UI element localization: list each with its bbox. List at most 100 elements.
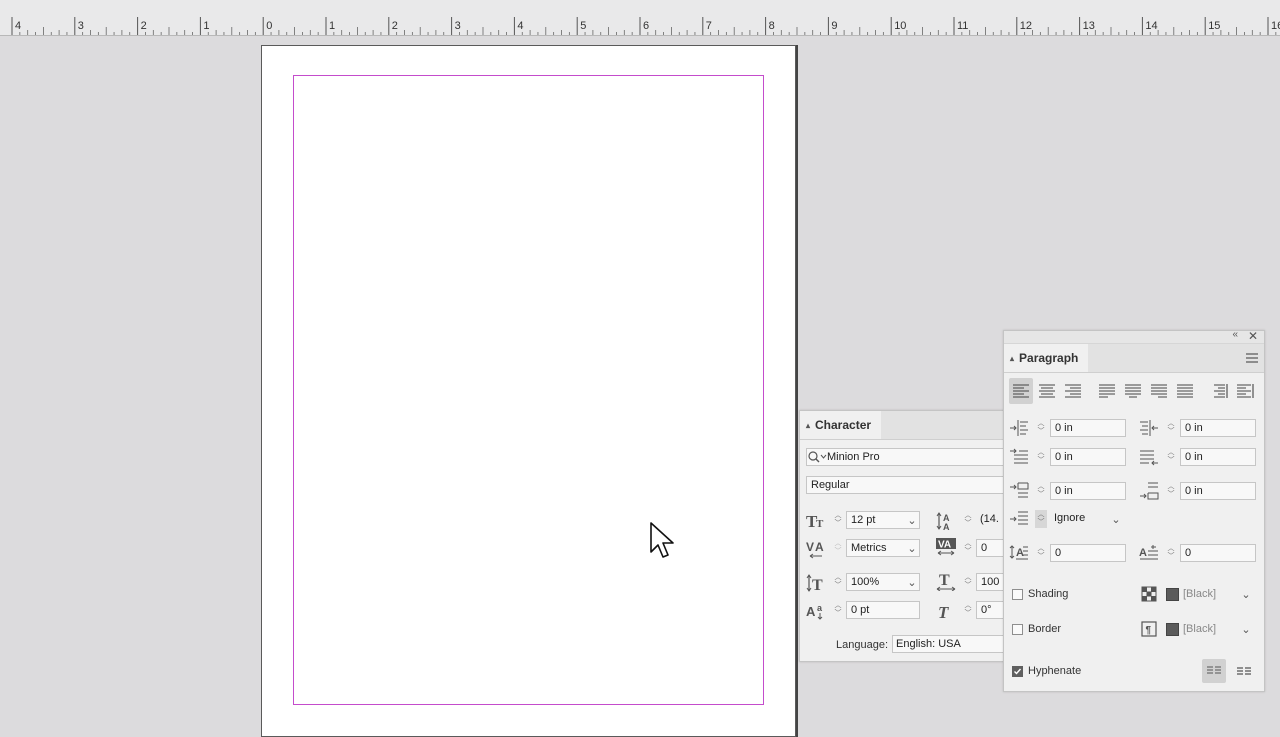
tab-character[interactable]: ▴ Character	[800, 411, 882, 439]
font-size-dropdown-icon[interactable]: ⌄	[906, 511, 918, 529]
leading-stepper[interactable]: ︿ ﹀	[962, 511, 974, 529]
right-indent-icon	[1140, 420, 1158, 436]
justify-right-button[interactable]	[1147, 378, 1171, 404]
baseline-shift-stepper[interactable]: ︿ ﹀	[832, 601, 844, 619]
vertical-scale-dropdown-icon[interactable]: ⌄	[906, 573, 918, 591]
mouse-pointer-icon	[650, 522, 674, 558]
horizontal-scale-stepper[interactable]: ︿ ﹀	[962, 573, 974, 591]
drop-cap-lines-stepper[interactable]: ︿ ﹀	[1035, 544, 1047, 562]
shading-color-swatch[interactable]	[1166, 588, 1179, 601]
kerning-dropdown-icon[interactable]: ⌄	[906, 539, 918, 557]
space-before-stepper[interactable]: ︿ ﹀	[1035, 482, 1047, 500]
ruler-scale: 4321012345678910111213141516	[11, 17, 1280, 35]
ruler-label: 5	[580, 20, 586, 32]
font-size-stepper[interactable]: ︿ ﹀	[832, 511, 844, 529]
drop-cap-chars-stepper[interactable]: ︿ ﹀	[1165, 544, 1177, 562]
shading-label: Shading	[1028, 588, 1069, 600]
left-indent-stepper[interactable]: ︿ ﹀	[1035, 419, 1047, 437]
ruler-label: 7	[706, 20, 712, 32]
vertical-scale-stepper[interactable]: ︿ ﹀	[832, 573, 844, 591]
horizontal-ruler[interactable]: 4321012345678910111213141516	[0, 0, 1280, 36]
space-after-input[interactable]: 0 in	[1180, 482, 1256, 500]
ruler-label: 4	[517, 20, 523, 32]
align-away-from-spine-button[interactable]	[1233, 378, 1257, 404]
ruler-label: 2	[141, 20, 147, 32]
search-icon[interactable]	[807, 450, 827, 464]
first-line-indent-input[interactable]: 0 in	[1050, 448, 1126, 466]
align-center-button[interactable]	[1035, 378, 1059, 404]
ruler-label: 0	[266, 20, 272, 32]
align-to-grid-dropdown-icon[interactable]: ⌄	[1110, 510, 1122, 528]
collapse-panel-icon[interactable]: «	[1232, 329, 1238, 340]
tab-paragraph[interactable]: ▴ Paragraph	[1004, 344, 1089, 372]
ruler-label: 1	[203, 20, 209, 32]
left-indent-input[interactable]: 0 in	[1050, 419, 1126, 437]
font-style-field[interactable]: Regular	[806, 476, 1016, 494]
align-to-grid-select[interactable]: Ignore	[1050, 510, 1106, 528]
svg-text:V: V	[806, 540, 814, 554]
border-checkbox[interactable]	[1012, 624, 1023, 635]
drop-cap-lines-input[interactable]: 0	[1050, 544, 1126, 562]
right-indent-stepper[interactable]: ︿ ﹀	[1165, 419, 1177, 437]
svg-text:A: A	[943, 522, 950, 531]
border-color-label: [Black]	[1183, 623, 1217, 635]
ruler-label: 3	[78, 20, 84, 32]
justify-right-icon	[1151, 384, 1167, 398]
shading-icon	[1141, 586, 1157, 602]
border-settings-button[interactable]: ¶	[1141, 621, 1157, 637]
close-icon[interactable]: ✕	[1248, 329, 1258, 343]
align-right-icon	[1065, 384, 1081, 398]
last-line-indent-stepper[interactable]: ︿ ﹀	[1165, 448, 1177, 466]
svg-text:a: a	[817, 603, 823, 613]
panel-collapse-icon[interactable]: ▴	[806, 421, 810, 430]
character-panel: ▴ Character Minion Pro Regular T T ︿ ﹀ 12…	[799, 410, 1016, 662]
grid-none-icon	[1207, 666, 1221, 674]
shading-settings-button[interactable]	[1141, 586, 1157, 602]
panel-menu-icon[interactable]	[1246, 353, 1258, 363]
justify-center-icon	[1125, 384, 1141, 398]
horizontal-scale-icon: T	[936, 572, 956, 591]
align-to-grid-stepper[interactable]: ︿ ﹀	[1035, 510, 1047, 528]
panel-collapse-icon[interactable]: ▴	[1010, 354, 1014, 363]
justify-all-button[interactable]	[1173, 378, 1197, 404]
language-label: Language:	[836, 639, 888, 651]
border-icon: ¶	[1141, 621, 1157, 637]
document-page[interactable]	[261, 45, 796, 737]
shading-color-dropdown-icon[interactable]: ⌄	[1240, 585, 1252, 603]
justify-center-button[interactable]	[1121, 378, 1145, 404]
border-color-dropdown-icon[interactable]: ⌄	[1240, 620, 1252, 638]
paragraph-tabbar: ▴ Paragraph	[1004, 344, 1264, 373]
shading-checkbox[interactable]	[1012, 589, 1023, 600]
hyphenate-checkbox[interactable]	[1012, 666, 1023, 677]
last-line-indent-input[interactable]: 0 in	[1180, 448, 1256, 466]
do-not-align-to-grid-button[interactable]	[1202, 659, 1226, 683]
kerning-stepper[interactable]: ︿ ﹀	[832, 539, 844, 557]
language-field[interactable]: English: USA	[892, 635, 1014, 653]
border-color-swatch[interactable]	[1166, 623, 1179, 636]
align-towards-spine-button[interactable]	[1207, 378, 1231, 404]
paragraph-panel: « ✕ ▴ Paragraph ︿ ﹀ 0 in ︿ ﹀ 0 in ︿ ﹀ 0 …	[1003, 329, 1265, 692]
drop-cap-chars-input[interactable]: 0	[1180, 544, 1256, 562]
first-line-indent-stepper[interactable]: ︿ ﹀	[1035, 448, 1047, 466]
align-left-button[interactable]	[1009, 378, 1033, 404]
svg-text:T: T	[939, 572, 950, 589]
paragraph-panel-header: « ✕	[1004, 329, 1264, 344]
vertical-scale-icon: T	[806, 574, 823, 593]
skew-stepper[interactable]: ︿ ﹀	[962, 601, 974, 619]
baseline-shift-input[interactable]: 0 pt	[846, 601, 920, 619]
align-right-button[interactable]	[1061, 378, 1085, 404]
character-tab-label: Character	[815, 418, 872, 432]
grid-align-icon	[1237, 667, 1251, 675]
hyphenate-label: Hyphenate	[1028, 665, 1082, 677]
svg-text:T: T	[938, 603, 949, 621]
ruler-label: 16	[1271, 20, 1280, 32]
space-before-input[interactable]: 0 in	[1050, 482, 1126, 500]
right-indent-input[interactable]: 0 in	[1180, 419, 1256, 437]
font-family-field[interactable]: Minion Pro	[806, 448, 1016, 466]
svg-text:¶: ¶	[1146, 625, 1152, 636]
justify-left-button[interactable]	[1095, 378, 1119, 404]
ruler-label: 3	[455, 20, 461, 32]
space-after-stepper[interactable]: ︿ ﹀	[1165, 482, 1177, 500]
tracking-stepper[interactable]: ︿ ﹀	[962, 539, 974, 557]
align-to-grid-button[interactable]	[1232, 659, 1256, 683]
